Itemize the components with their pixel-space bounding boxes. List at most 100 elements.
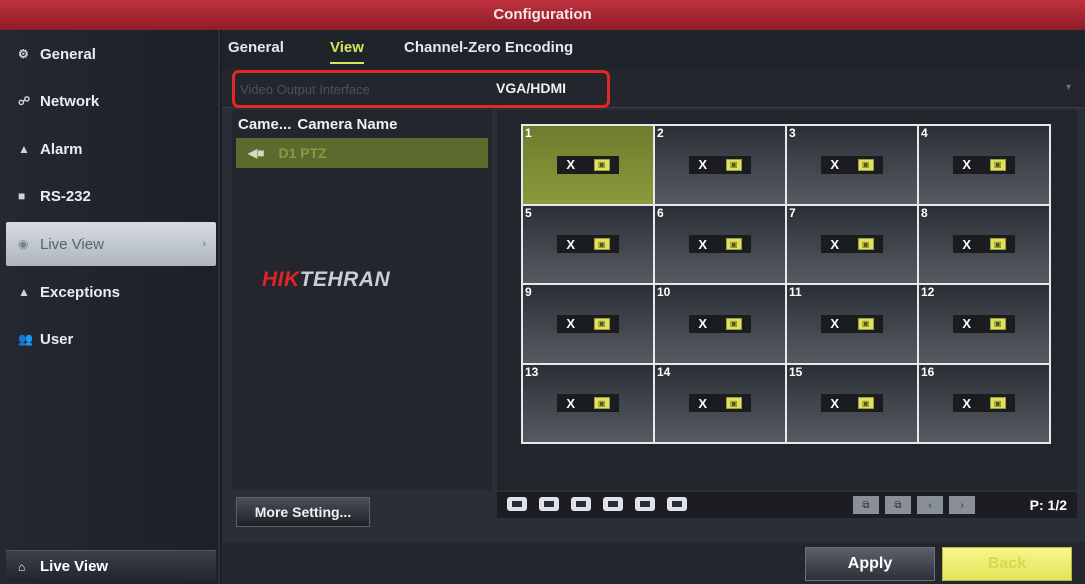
column-header-camera[interactable]: Came... [238,116,291,133]
cell-controls: X ▣ [953,394,1015,413]
grid-cell[interactable]: 10 X ▣ [655,285,785,363]
remove-icon[interactable]: X [698,316,707,331]
cell-controls: X ▣ [953,235,1015,254]
assign-camera-icon[interactable]: ▣ [725,397,742,410]
apply-button[interactable]: Apply [805,547,935,581]
layout-2x2-button[interactable] [539,497,559,511]
cell-controls: X ▣ [821,314,883,333]
remove-icon[interactable]: X [698,237,707,252]
cell-controls: X ▣ [689,314,751,333]
cell-number: 8 [921,205,928,220]
sidebar-item-user[interactable]: 👥 User [6,317,216,361]
remove-icon[interactable]: X [566,316,575,331]
active-tab-underline [330,62,364,64]
tab-view[interactable]: View [330,39,364,64]
sidebar-item-alarm[interactable]: ▲ Alarm [6,127,216,171]
remove-icon[interactable]: X [830,316,839,331]
cell-controls: X ▣ [689,155,751,174]
live-view-shortcut-label: Live View [40,558,109,575]
prev-page-icon[interactable]: ‹ [917,496,943,514]
sidebar-item-label: Alarm [40,140,83,158]
grid-cell[interactable]: 13 X ▣ [523,364,653,442]
camera-list-item[interactable]: ◀■ D1 PTZ [236,138,488,168]
remove-icon[interactable]: X [962,237,971,252]
remove-icon[interactable]: X [698,157,707,172]
layout-4x4-button[interactable] [667,497,687,511]
layout-1x1-button[interactable] [507,497,527,511]
cell-number: 15 [789,364,803,379]
grid-cell[interactable]: 14 X ▣ [655,364,785,442]
grid-cell[interactable]: 5 X ▣ [523,205,653,283]
grid-cell[interactable]: 3 X ▣ [787,126,917,204]
camera-icon: ◀■ [248,146,265,160]
back-button[interactable]: Back [942,547,1072,581]
grid-cell[interactable]: 6 X ▣ [655,205,785,283]
warning-icon: ▲ [18,285,30,299]
column-header-camera-name[interactable]: Camera Name [297,116,397,133]
remove-icon[interactable]: X [962,396,971,411]
video-output-row[interactable]: Video Output Interface VGA/HDMI ▾ [222,68,1085,108]
bottom-bar: Apply Back [222,542,1085,584]
assign-camera-icon[interactable]: ▣ [725,317,742,330]
cell-number: 10 [657,285,671,299]
assign-camera-icon[interactable]: ▣ [593,397,610,410]
grid-cell[interactable]: 15 X ▣ [787,364,917,442]
next-page-icon[interactable]: › [949,496,975,514]
remove-icon[interactable]: X [830,237,839,252]
cell-number: 5 [525,205,532,220]
paste-icon[interactable]: ⧉ [885,496,911,514]
tab-channel-zero-encoding[interactable]: Channel-Zero Encoding [404,39,573,56]
sidebar-item-general[interactable]: ⚙ General [6,32,216,76]
remove-icon[interactable]: X [566,237,575,252]
live-view-shortcut[interactable]: ⌂ Live View [6,550,216,582]
assign-camera-icon[interactable]: ▣ [857,317,874,330]
grid-cell[interactable]: 2 X ▣ [655,126,785,204]
remove-icon[interactable]: X [566,157,575,172]
grid-cell[interactable]: 16 X ▣ [919,364,1049,442]
remove-icon[interactable]: X [566,396,575,411]
more-setting-button[interactable]: More Setting... [236,497,370,527]
camera-name: D1 PTZ [278,145,327,161]
copy-icon[interactable]: ⧉ [853,496,879,514]
grid-cell[interactable]: 9 X ▣ [523,285,653,363]
grid-cell[interactable]: 7 X ▣ [787,205,917,283]
assign-camera-icon[interactable]: ▣ [593,317,610,330]
cell-number: 2 [657,126,664,140]
layout-3x3-button[interactable] [635,497,655,511]
assign-camera-icon[interactable]: ▣ [989,397,1006,410]
remove-icon[interactable]: X [698,396,707,411]
assign-camera-icon[interactable]: ▣ [725,238,742,251]
sidebar-item-rs232[interactable]: ■ RS-232 [6,174,216,218]
tab-label: View [330,39,364,56]
tab-general[interactable]: General [228,39,284,56]
cell-number: 3 [789,126,796,140]
assign-camera-icon[interactable]: ▣ [593,158,610,171]
assign-camera-icon[interactable]: ▣ [989,238,1006,251]
chevron-down-icon[interactable]: ▾ [1066,82,1071,93]
sidebar-item-exceptions[interactable]: ▲ Exceptions [6,270,216,314]
users-icon: 👥 [18,332,33,346]
grid-cell[interactable]: 8 X ▣ [919,205,1049,283]
assign-camera-icon[interactable]: ▣ [725,158,742,171]
grid-cell[interactable]: 1 X ▣ [523,126,653,204]
grid-cell[interactable]: 11 X ▣ [787,285,917,363]
cell-controls: X ▣ [557,155,619,174]
assign-camera-icon[interactable]: ▣ [857,397,874,410]
assign-camera-icon[interactable]: ▣ [857,158,874,171]
assign-camera-icon[interactable]: ▣ [593,238,610,251]
assign-camera-icon[interactable]: ▣ [857,238,874,251]
remove-icon[interactable]: X [830,157,839,172]
grid-cell[interactable]: 4 X ▣ [919,126,1049,204]
grid-cell[interactable]: 12 X ▣ [919,285,1049,363]
camera-list-header: Came... Camera Name [238,116,403,133]
remove-icon[interactable]: X [962,157,971,172]
layout-1plus7-button[interactable] [603,497,623,511]
remove-icon[interactable]: X [830,396,839,411]
sidebar-item-live-view[interactable]: ◉ Live View › [6,222,216,266]
cell-controls: X ▣ [557,235,619,254]
remove-icon[interactable]: X [962,316,971,331]
assign-camera-icon[interactable]: ▣ [989,317,1006,330]
layout-1plus5-button[interactable] [571,497,591,511]
sidebar-item-network[interactable]: ☍ Network [6,79,216,123]
assign-camera-icon[interactable]: ▣ [989,158,1006,171]
